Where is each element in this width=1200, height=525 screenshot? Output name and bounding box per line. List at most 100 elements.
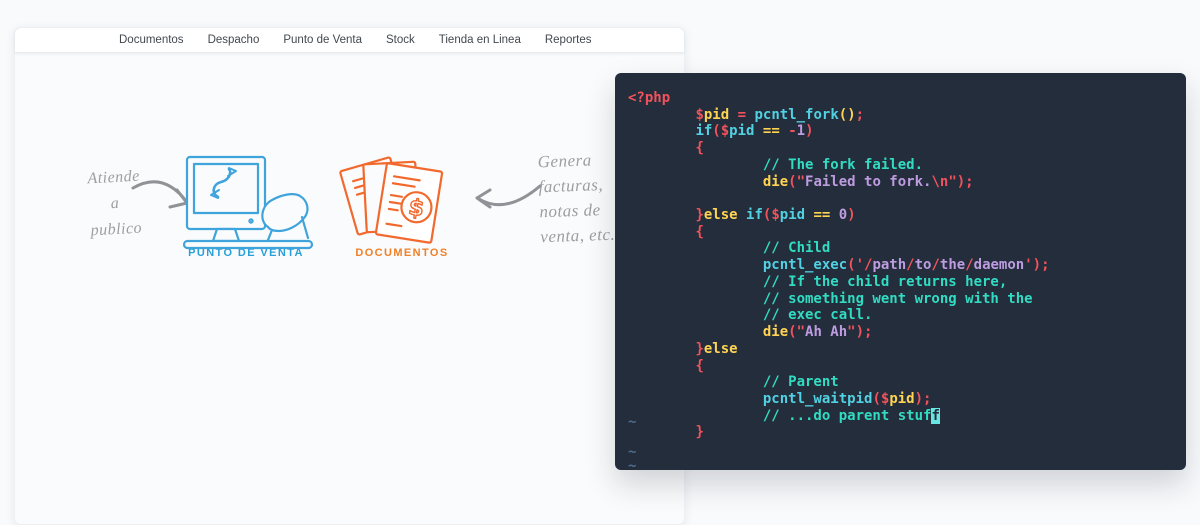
code-token: pcntl_waitpid xyxy=(763,391,873,407)
code-token: Ah Ah xyxy=(805,324,847,340)
code-line: // The fork failed. xyxy=(628,157,1180,174)
code-token: (' xyxy=(847,257,864,273)
code-line: <?php xyxy=(628,90,1180,107)
code-token: { xyxy=(695,140,703,156)
code-token xyxy=(628,240,763,256)
code-line: // Child xyxy=(628,240,1180,257)
code-token xyxy=(628,207,695,223)
code-token xyxy=(628,123,695,139)
code-token: $ xyxy=(721,123,729,139)
page: { "page": { "background": "#f8fafc" }, "… xyxy=(0,0,1200,525)
code-line: // If the child returns here, xyxy=(628,274,1180,291)
code-token: // something went wrong with the xyxy=(763,291,1033,307)
code-token: pcntl_exec xyxy=(763,257,847,273)
code-token: - xyxy=(788,123,796,139)
code-token: "); xyxy=(948,174,973,190)
code-token: } xyxy=(695,341,703,357)
nav-item-documentos[interactable]: Documentos xyxy=(119,34,184,46)
code-token xyxy=(805,207,813,223)
code-token: to xyxy=(915,257,932,273)
vim-tilde: ~ xyxy=(628,414,636,431)
code-token: else xyxy=(704,341,738,357)
punto-de-venta-label: PUNTO DE VENTA xyxy=(162,247,330,259)
code-token: { xyxy=(695,224,703,240)
code-token xyxy=(628,358,695,374)
code-token: if xyxy=(695,123,712,139)
code-token xyxy=(780,123,788,139)
vim-tilde: ~ xyxy=(628,458,636,475)
documentos-label: DOCUMENTOS xyxy=(318,247,486,259)
code-token xyxy=(628,174,763,190)
code-token: } xyxy=(695,207,703,223)
code-token: (" xyxy=(788,324,805,340)
code-token: $ xyxy=(695,107,703,123)
code-token xyxy=(628,408,763,424)
code-token: { xyxy=(695,358,703,374)
code-line: die("Failed to fork.\n"); xyxy=(628,174,1180,191)
text-cursor: f xyxy=(931,408,939,424)
code-line: // ...do parent stuff xyxy=(628,408,1180,425)
code-line: { xyxy=(628,358,1180,375)
nav-item-punto-de-venta[interactable]: Punto de Venta xyxy=(283,34,362,46)
nav-item-stock[interactable]: Stock xyxy=(386,34,415,46)
code-line: // something went wrong with the xyxy=(628,291,1180,308)
code-token: == xyxy=(763,123,780,139)
code-token xyxy=(628,107,695,123)
code-token: else xyxy=(704,207,738,223)
code-token xyxy=(628,324,763,340)
code-token: (" xyxy=(788,174,805,190)
code-token: pid xyxy=(780,207,805,223)
code-token: ; xyxy=(856,107,864,123)
code-token: // Parent xyxy=(763,374,839,390)
code-token: die xyxy=(763,174,788,190)
code-token: "); xyxy=(847,324,872,340)
code-token: ( xyxy=(872,391,880,407)
nav-item-reportes[interactable]: Reportes xyxy=(545,34,592,46)
code-token: / xyxy=(965,257,973,273)
code-token xyxy=(628,224,695,240)
code-line: die("Ah Ah"); xyxy=(628,324,1180,341)
code-token xyxy=(830,207,838,223)
code-token xyxy=(628,257,763,273)
nav-item-despacho[interactable]: Despacho xyxy=(208,34,260,46)
code-line: // Parent xyxy=(628,374,1180,391)
code-token: die xyxy=(763,324,788,340)
code-editor[interactable]: <?php $pid = pcntl_fork(); if($pid == -1… xyxy=(615,73,1186,470)
code-line: $pid = pcntl_fork(); xyxy=(628,107,1180,124)
code-token xyxy=(628,374,763,390)
code-token xyxy=(628,391,763,407)
code-token: pid xyxy=(889,391,914,407)
code-token: the xyxy=(940,257,965,273)
code-token: 1 xyxy=(797,123,805,139)
code-token xyxy=(628,424,695,440)
code-content[interactable]: <?php $pid = pcntl_fork(); if($pid == -1… xyxy=(628,90,1180,441)
code-token: <?php xyxy=(628,90,670,106)
code-line: }else if($pid == 0) xyxy=(628,207,1180,224)
navbar-items: Documentos Despacho Punto de Venta Stock Tie… xyxy=(15,28,684,53)
note-attend-public: Atiende a publico xyxy=(63,162,167,245)
code-line: }else xyxy=(628,341,1180,358)
code-token xyxy=(628,341,695,357)
note-line: Genera xyxy=(537,147,613,175)
code-token: // If the child returns here, xyxy=(763,274,1007,290)
nav-item-tienda-en-linea[interactable]: Tienda en Linea xyxy=(439,34,521,46)
code-token xyxy=(628,157,763,173)
note-line: venta, etc. xyxy=(540,222,616,250)
code-token: () xyxy=(839,107,856,123)
app-card: Documentos Despacho Punto de Venta Stock Tie… xyxy=(14,27,685,525)
code-token: ) xyxy=(847,207,855,223)
code-token xyxy=(738,207,746,223)
code-line: { xyxy=(628,140,1180,157)
code-token: pid xyxy=(704,107,729,123)
code-token: // The fork failed. xyxy=(763,157,923,173)
code-token xyxy=(628,274,763,290)
code-line: pcntl_exec('/path/to/the/daemon'); xyxy=(628,257,1180,274)
code-token: = xyxy=(738,107,746,123)
code-token: ); xyxy=(915,391,932,407)
code-token: $ xyxy=(771,207,779,223)
note-line: publico xyxy=(66,214,167,245)
code-token: path xyxy=(872,257,906,273)
note-line: facturas, xyxy=(538,172,614,200)
code-token: 0 xyxy=(839,207,847,223)
code-token xyxy=(729,107,737,123)
